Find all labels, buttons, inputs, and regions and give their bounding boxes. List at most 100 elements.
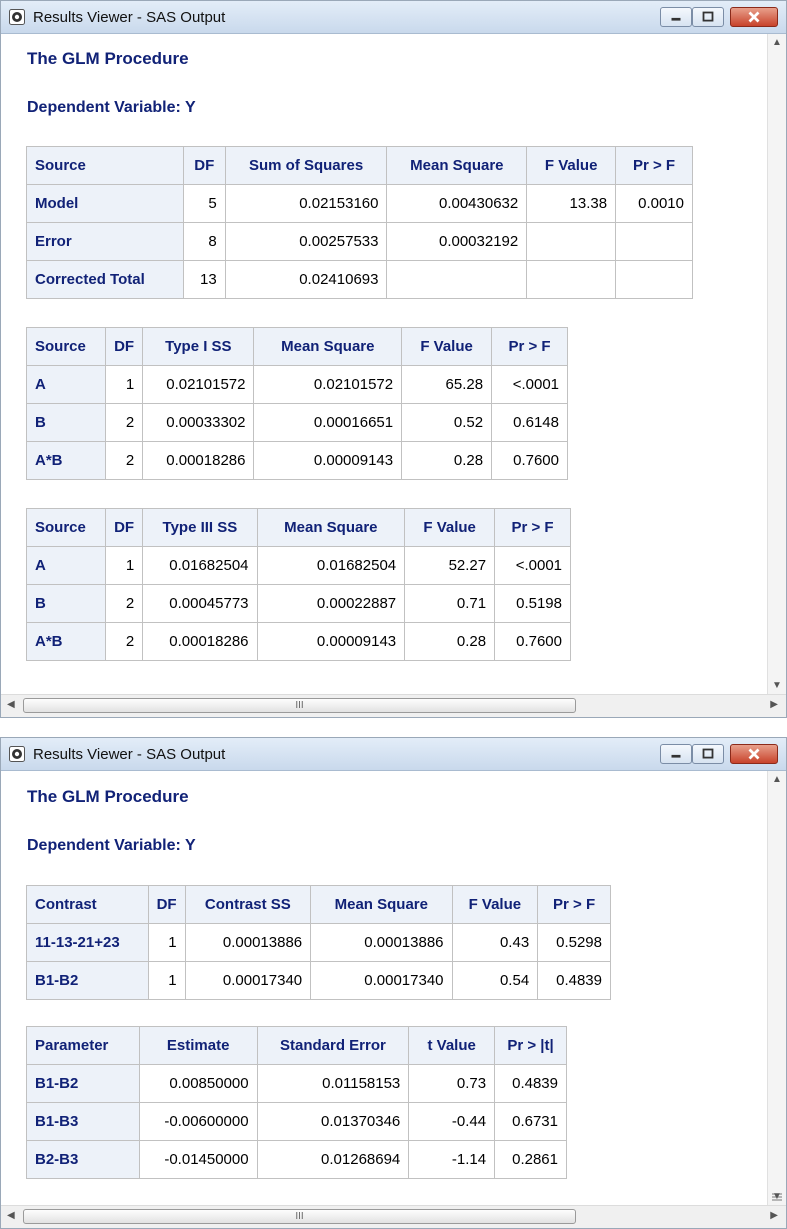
table-cell: 0.00009143 bbox=[256, 622, 406, 661]
column-header: Standard Error bbox=[256, 1026, 410, 1065]
minimize-button[interactable] bbox=[660, 7, 692, 27]
results-viewer-window-2: Results Viewer - SAS Output The GLM Proc… bbox=[0, 737, 787, 1229]
dependent-variable-label: Dependent Variable: Y bbox=[27, 837, 196, 854]
column-header: Type I SS bbox=[142, 327, 255, 366]
estimate-table: Parameter Estimate Standard Error t Valu… bbox=[26, 1026, 567, 1179]
maximize-button[interactable] bbox=[692, 7, 724, 27]
column-header: Sum of Squares bbox=[224, 146, 388, 185]
table-cell bbox=[526, 222, 617, 261]
column-header: Mean Square bbox=[256, 508, 406, 547]
table-header-row: Source DF Type I SS Mean Square F Value … bbox=[26, 327, 568, 366]
horizontal-scroll-thumb[interactable]: III bbox=[23, 698, 576, 713]
table-cell: 13.38 bbox=[526, 184, 617, 223]
table-cell: 2 bbox=[104, 622, 144, 661]
column-header: Contrast bbox=[26, 885, 149, 924]
minimize-icon bbox=[671, 17, 681, 21]
scroll-right-arrow-icon[interactable]: ▶ bbox=[770, 1210, 778, 1221]
column-header: Mean Square bbox=[253, 327, 403, 366]
scroll-down-arrow-icon[interactable]: ▼ bbox=[771, 1192, 783, 1202]
column-header: Estimate bbox=[138, 1026, 258, 1065]
row-header: A*B bbox=[26, 622, 106, 661]
table-cell: 0.4839 bbox=[537, 961, 611, 1000]
minimize-button[interactable] bbox=[660, 744, 692, 764]
column-header: Mean Square bbox=[386, 146, 528, 185]
table-cell: 0.01158153 bbox=[256, 1064, 410, 1103]
table-row: Error 8 0.00257533 0.00032192 bbox=[26, 222, 693, 261]
horizontal-scroll-thumb[interactable]: III bbox=[23, 1209, 576, 1224]
horizontal-scrollbar[interactable]: ◀ III ▶ bbox=[1, 1205, 786, 1228]
table-cell: -0.01450000 bbox=[138, 1140, 258, 1179]
table-cell: 0.00045773 bbox=[142, 584, 258, 623]
row-header: B2-B3 bbox=[26, 1140, 140, 1179]
title-bar[interactable]: Results Viewer - SAS Output bbox=[1, 1, 786, 34]
table-cell: 0.73 bbox=[408, 1064, 496, 1103]
table-cell: 2 bbox=[104, 403, 144, 442]
table-cell: 0.00016651 bbox=[253, 403, 403, 442]
table-cell: 0.7600 bbox=[491, 441, 568, 480]
column-header: Source bbox=[26, 327, 106, 366]
scroll-left-arrow-icon[interactable]: ◀ bbox=[7, 1210, 15, 1221]
sas-app-icon bbox=[9, 746, 25, 762]
table-cell: 0.4839 bbox=[494, 1064, 567, 1103]
table-cell: 0.01370346 bbox=[256, 1102, 410, 1141]
table-cell: 8 bbox=[182, 222, 226, 261]
table-cell: 2 bbox=[104, 584, 144, 623]
table-cell bbox=[615, 260, 693, 299]
table-row: Corrected Total 13 0.02410693 bbox=[26, 260, 693, 299]
table-cell: 1 bbox=[147, 923, 186, 962]
close-icon bbox=[748, 11, 760, 23]
table-cell: 65.28 bbox=[401, 365, 493, 404]
type1-ss-table: Source DF Type I SS Mean Square F Value … bbox=[26, 327, 568, 480]
table-row: B2-B3 -0.01450000 0.01268694 -1.14 0.286… bbox=[26, 1140, 567, 1179]
table-row: B1-B2 1 0.00017340 0.00017340 0.54 0.483… bbox=[26, 961, 611, 1000]
table-cell: 0.01682504 bbox=[256, 546, 406, 585]
vertical-scrollbar[interactable]: ▲ ▼ bbox=[767, 771, 786, 1206]
sas-app-icon bbox=[9, 9, 25, 25]
scroll-up-arrow-icon[interactable]: ▲ bbox=[771, 38, 783, 48]
table-cell bbox=[526, 260, 617, 299]
close-button[interactable] bbox=[730, 744, 778, 764]
table-row: Model 5 0.02153160 0.00430632 13.38 0.00… bbox=[26, 184, 693, 223]
column-header: Parameter bbox=[26, 1026, 140, 1065]
table-cell: 0.00013886 bbox=[310, 923, 453, 962]
restore-icon bbox=[702, 748, 714, 759]
table-cell: 0.5298 bbox=[537, 923, 611, 962]
vertical-scrollbar[interactable]: ▲ ▼ bbox=[767, 34, 786, 695]
row-header: Corrected Total bbox=[26, 260, 184, 299]
maximize-button[interactable] bbox=[692, 744, 724, 764]
table-cell: 2 bbox=[104, 441, 144, 480]
table-cell: -0.44 bbox=[408, 1102, 496, 1141]
table-cell: 13 bbox=[182, 260, 226, 299]
table-cell: 1 bbox=[104, 365, 144, 404]
table-cell: 0.00850000 bbox=[138, 1064, 258, 1103]
column-header: DF bbox=[182, 146, 226, 185]
scroll-right-arrow-icon[interactable]: ▶ bbox=[770, 699, 778, 710]
table-cell: 0.00017340 bbox=[184, 961, 312, 1000]
scroll-left-arrow-icon[interactable]: ◀ bbox=[7, 699, 15, 710]
scroll-up-arrow-icon[interactable]: ▲ bbox=[771, 775, 783, 785]
column-header: Source bbox=[26, 146, 184, 185]
procedure-title: The GLM Procedure bbox=[27, 787, 189, 806]
table-row: B1-B2 0.00850000 0.01158153 0.73 0.4839 bbox=[26, 1064, 567, 1103]
table-cell: 0.28 bbox=[401, 441, 493, 480]
table-cell: <.0001 bbox=[491, 365, 568, 404]
table-cell: -0.00600000 bbox=[138, 1102, 258, 1141]
dependent-variable-label: Dependent Variable: Y bbox=[27, 99, 196, 116]
title-bar[interactable]: Results Viewer - SAS Output bbox=[1, 738, 786, 771]
results-viewer-window-1: Results Viewer - SAS Output The GLM Proc… bbox=[0, 0, 787, 718]
table-row: B1-B3 -0.00600000 0.01370346 -0.44 0.673… bbox=[26, 1102, 567, 1141]
close-button[interactable] bbox=[730, 7, 778, 27]
table-cell: 0.71 bbox=[404, 584, 496, 623]
table-cell: 0.2861 bbox=[494, 1140, 567, 1179]
column-header: Pr > F bbox=[494, 508, 571, 547]
column-header: Source bbox=[26, 508, 106, 547]
table-cell: 0.02153160 bbox=[224, 184, 388, 223]
scroll-down-arrow-icon[interactable]: ▼ bbox=[771, 681, 783, 691]
table-cell: 0.00013886 bbox=[184, 923, 312, 962]
table-cell: 0.6148 bbox=[491, 403, 568, 442]
restore-icon bbox=[702, 11, 714, 22]
column-header: Pr > F bbox=[491, 327, 568, 366]
horizontal-scrollbar[interactable]: ◀ III ▶ bbox=[1, 694, 786, 717]
column-header: F Value bbox=[526, 146, 617, 185]
table-cell: 52.27 bbox=[404, 546, 496, 585]
